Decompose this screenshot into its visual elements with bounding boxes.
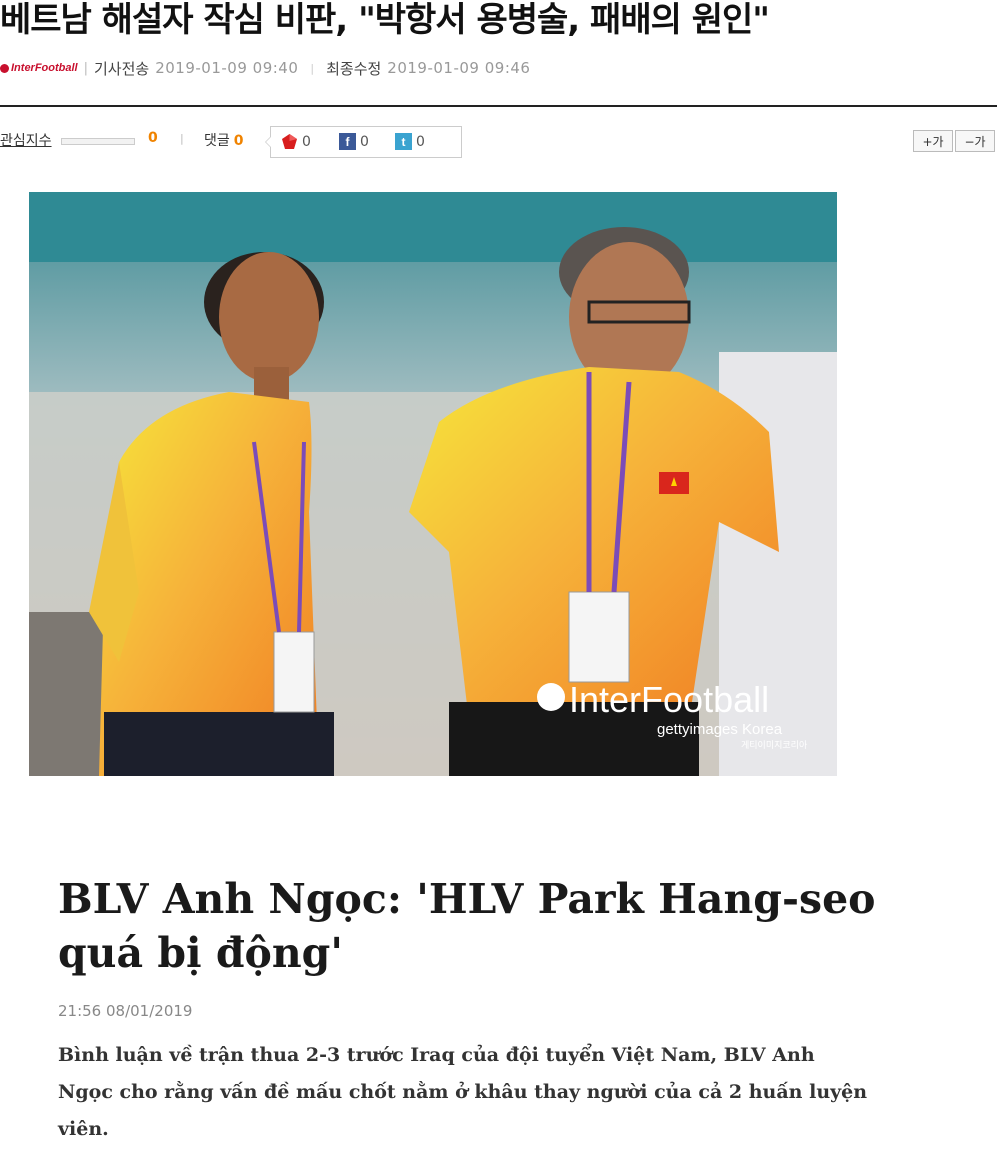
share-red-button[interactable]: 0 [281, 133, 311, 150]
card-summary: Bình luận về trận thua 2-3 trước Iraq củ… [58, 1044, 868, 1140]
modified-label: 최종수정 [326, 59, 382, 78]
share-red-count: 0 [302, 133, 311, 150]
comments-label: 댓글 [204, 133, 230, 149]
font-increase-button[interactable]: +가 [913, 130, 953, 152]
article-headline: 베트남 해설자 작심 비판, "박항서 용병술, 패배의 원인" [0, 0, 770, 40]
share-facebook-button[interactable]: f 0 [339, 133, 369, 150]
interest-link[interactable]: 관심지수 [0, 130, 52, 150]
source-logo-icon [0, 63, 9, 73]
twitter-icon: t [395, 133, 412, 150]
sent-label: 기사전송 [94, 59, 150, 78]
interest-gauge [61, 138, 135, 145]
photo-credit: gettyimages Korea [657, 721, 783, 738]
article-toolbar: 관심지수 0 | 댓글 0 0 f 0 t 0 +가 −가 [0, 126, 997, 158]
comments-link[interactable]: 댓글 0 [204, 130, 244, 150]
photo-watermark: InterFootball [569, 679, 769, 720]
comments-count: 0 [233, 133, 244, 149]
modified-date: 2019-01-09 09:46 [387, 59, 531, 77]
source-logo-text: InterFootball [11, 62, 78, 74]
article-meta: InterFootball | 기사전송 2019-01-09 09:40 | … [0, 58, 530, 78]
font-decrease-button[interactable]: −가 [955, 130, 995, 152]
sent-date: 2019-01-09 09:40 [155, 59, 299, 77]
embedded-news-card: BLV Anh Ngọc: 'HLV Park Hang-seo quá bị … [58, 872, 888, 1148]
card-timestamp: 21:56 08/01/2019 [58, 1002, 193, 1020]
header-rule [0, 105, 997, 107]
source-logo: InterFootball [0, 62, 78, 74]
article-photo: InterFootball gettyimages Korea 게티이미지코리아 [29, 192, 837, 776]
interest-count: 0 [148, 130, 158, 146]
divider: | [83, 60, 88, 76]
facebook-icon: f [339, 133, 356, 150]
red-gem-icon [281, 133, 298, 150]
share-twitter-count: 0 [416, 133, 425, 150]
divider: | [310, 61, 315, 75]
share-twitter-button[interactable]: t 0 [395, 133, 425, 150]
share-box: 0 f 0 t 0 [265, 126, 462, 158]
font-size-controls: +가 −가 [911, 130, 995, 152]
card-title: BLV Anh Ngọc: 'HLV Park Hang-seo quá bị … [58, 875, 876, 977]
share-facebook-count: 0 [360, 133, 369, 150]
photo-credit-sub: 게티이미지코리아 [741, 740, 808, 751]
divider: | [180, 132, 184, 145]
